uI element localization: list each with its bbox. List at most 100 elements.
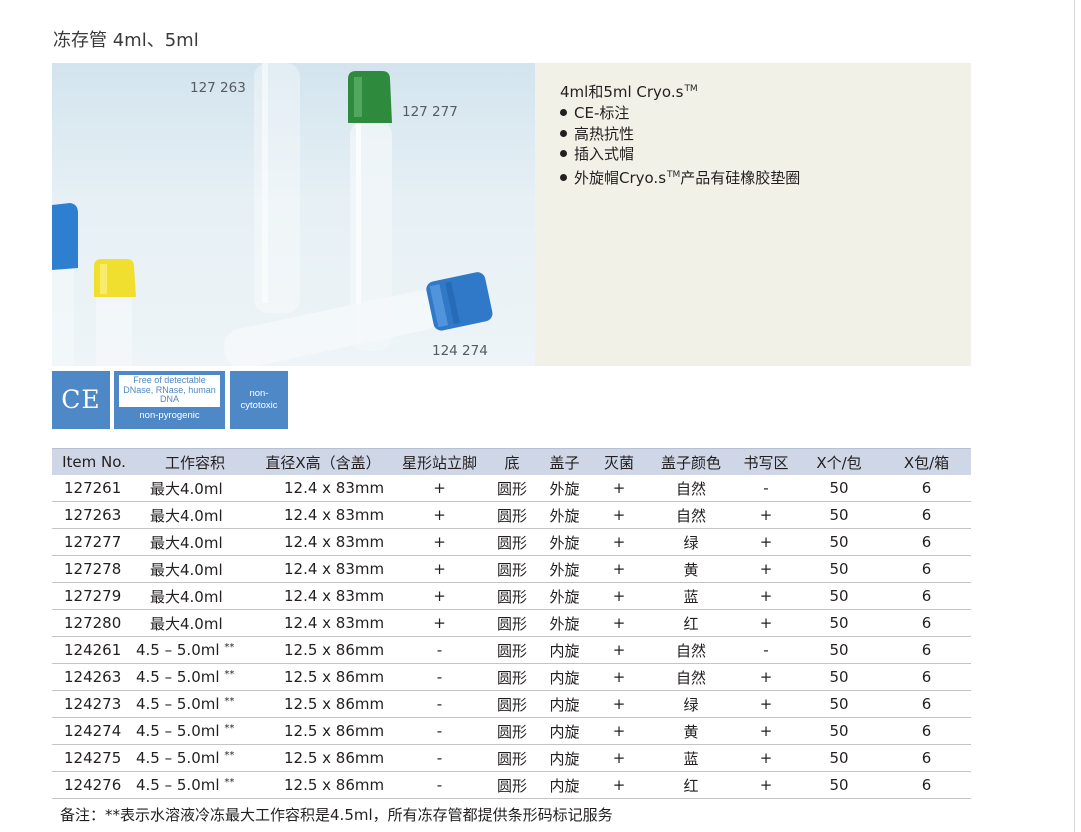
cell-per-box: 6 [882, 528, 971, 556]
cell-cap-color: 红 [646, 609, 736, 637]
cell-writing-area: - [736, 475, 796, 502]
table-row: 127278 最大4.0ml 12.4 x 83mm + 圆形 外旋 + 黄 +50 6 [52, 555, 971, 583]
cell-sterile: + [592, 771, 646, 799]
cell-writing-area: + [736, 582, 796, 610]
col-header-cap-color: 盖子颜色 [646, 448, 736, 475]
cell-item-no: 127278 [52, 555, 136, 583]
cell-per-box: 6 [882, 744, 971, 772]
cell-writing-area: + [736, 744, 796, 772]
cell-item-no: 127263 [52, 501, 136, 529]
cell-writing-area: + [736, 528, 796, 556]
cell-item-no: 124275 [52, 744, 136, 772]
cell-sterile: + [592, 555, 646, 583]
cell-per-pack: 50 [796, 636, 882, 664]
cell-volume: 最大4.0ml [136, 582, 254, 610]
cell-dimensions: 12.4 x 83mm [254, 501, 392, 529]
clear-tube [254, 63, 300, 313]
cell-cap: 内旋 [537, 690, 592, 718]
cell-item-no: 124263 [52, 663, 136, 691]
feature-item: CE-标注 [560, 103, 800, 124]
cell-sterile: + [592, 636, 646, 664]
cell-dimensions: 12.5 x 86mm [254, 663, 392, 691]
cell-item-no: 124276 [52, 771, 136, 799]
cell-star-foot: + [392, 609, 487, 637]
cell-item-no: 124261 [52, 636, 136, 664]
cell-writing-area: + [736, 717, 796, 745]
cell-cap-color: 自然 [646, 475, 736, 502]
page-edge-rule [1074, 0, 1075, 832]
cell-per-box: 6 [882, 636, 971, 664]
table-row: 127279 最大4.0ml 12.4 x 83mm + 圆形 外旋 + 蓝 +50 6 [52, 582, 971, 610]
cell-sterile: + [592, 475, 646, 502]
cell-writing-area: + [736, 555, 796, 583]
cell-dimensions: 12.4 x 83mm [254, 609, 392, 637]
cell-item-no: 124273 [52, 690, 136, 718]
table-row: 127263 最大4.0ml 12.4 x 83mm + 圆形 外旋 + 自然 +50 6 [52, 501, 971, 529]
cell-volume: 最大4.0ml [136, 475, 254, 502]
volume-footnote-mark: ** [224, 723, 235, 734]
ce-mark: CE [61, 385, 101, 414]
cell-per-pack: 50 [796, 582, 882, 610]
cell-bottom: 圆形 [487, 475, 537, 502]
cell-cap-color: 绿 [646, 690, 736, 718]
cell-cap: 外旋 [537, 528, 592, 556]
cell-per-pack: 50 [796, 717, 882, 745]
cell-cap: 内旋 [537, 663, 592, 691]
cell-per-box: 6 [882, 582, 971, 610]
features-heading: 4ml和5ml Cryo.sTM [560, 83, 698, 101]
col-header-per-box: X包/箱 [882, 448, 971, 475]
col-header-sterile: 灭菌 [592, 448, 646, 475]
cell-per-box: 6 [882, 771, 971, 799]
cell-volume: 4.5 – 5.0ml ** [136, 663, 254, 691]
volume-footnote-mark: ** [224, 750, 235, 761]
col-header-star-foot: 星形站立脚 [392, 448, 487, 475]
non-pyrogenic-text: non-pyrogenic [139, 410, 200, 421]
blue-cap [52, 203, 78, 270]
cell-item-no: 127277 [52, 528, 136, 556]
cap-highlight [354, 77, 362, 117]
cell-per-box: 6 [882, 717, 971, 745]
cell-star-foot: + [392, 501, 487, 529]
cell-bottom: 圆形 [487, 636, 537, 664]
cell-star-foot: + [392, 555, 487, 583]
cell-volume: 4.5 – 5.0ml ** [136, 636, 254, 664]
cell-sterile: + [592, 528, 646, 556]
cell-per-box: 6 [882, 555, 971, 583]
cell-per-pack: 50 [796, 609, 882, 637]
col-header-item-no: Item No. [52, 448, 136, 475]
cell-cap: 内旋 [537, 717, 592, 745]
features-panel: 4ml和5ml Cryo.sTM CE-标注 高热抗性 插入式帽 外旋帽Cryo… [535, 63, 971, 366]
free-of-dnase-badge: Free of detectable DNase, RNase, human D… [114, 371, 225, 429]
cell-cap: 内旋 [537, 636, 592, 664]
cell-writing-area: + [736, 663, 796, 691]
cell-bottom: 圆形 [487, 609, 537, 637]
bullet-icon [560, 173, 567, 181]
table-row: 124263 4.5 – 5.0ml ** 12.5 x 86mm - 圆形 内旋 + 自然 +… [52, 663, 971, 691]
cell-volume: 最大4.0ml [136, 528, 254, 556]
cell-bottom: 圆形 [487, 555, 537, 583]
ce-mark-badge: CE [52, 371, 110, 429]
cell-star-foot: - [392, 636, 487, 664]
cell-dimensions: 12.5 x 86mm [254, 744, 392, 772]
cell-item-no: 127280 [52, 609, 136, 637]
volume-footnote-mark: ** [224, 696, 235, 707]
col-header-cap: 盖子 [537, 448, 592, 475]
cell-cap: 外旋 [537, 555, 592, 583]
free-of-dnase-text: Free of detectable DNase, RNase, human D… [119, 375, 220, 407]
cell-per-pack: 50 [796, 663, 882, 691]
cell-cap-color: 自然 [646, 663, 736, 691]
cell-per-box: 6 [882, 609, 971, 637]
cell-volume: 最大4.0ml [136, 555, 254, 583]
cell-bottom: 圆形 [487, 582, 537, 610]
feature-item: 插入式帽 [560, 144, 800, 165]
photo-label-127277: 127 277 [402, 104, 458, 120]
cell-item-no: 124274 [52, 717, 136, 745]
non-cytotoxic-text: non-cytotoxic [240, 388, 278, 411]
cell-dimensions: 12.4 x 83mm [254, 528, 392, 556]
cell-cap-color: 黄 [646, 717, 736, 745]
cell-star-foot: - [392, 717, 487, 745]
footnote: 备注：**表示水溶液冷冻最大工作容积是4.5ml，所有冻存管都提供条形码标记服务 [60, 806, 613, 824]
table-row: 127277 最大4.0ml 12.4 x 83mm + 圆形 外旋 + 绿 +50 6 [52, 528, 971, 556]
cell-writing-area: - [736, 636, 796, 664]
tube-highlight [262, 63, 268, 303]
